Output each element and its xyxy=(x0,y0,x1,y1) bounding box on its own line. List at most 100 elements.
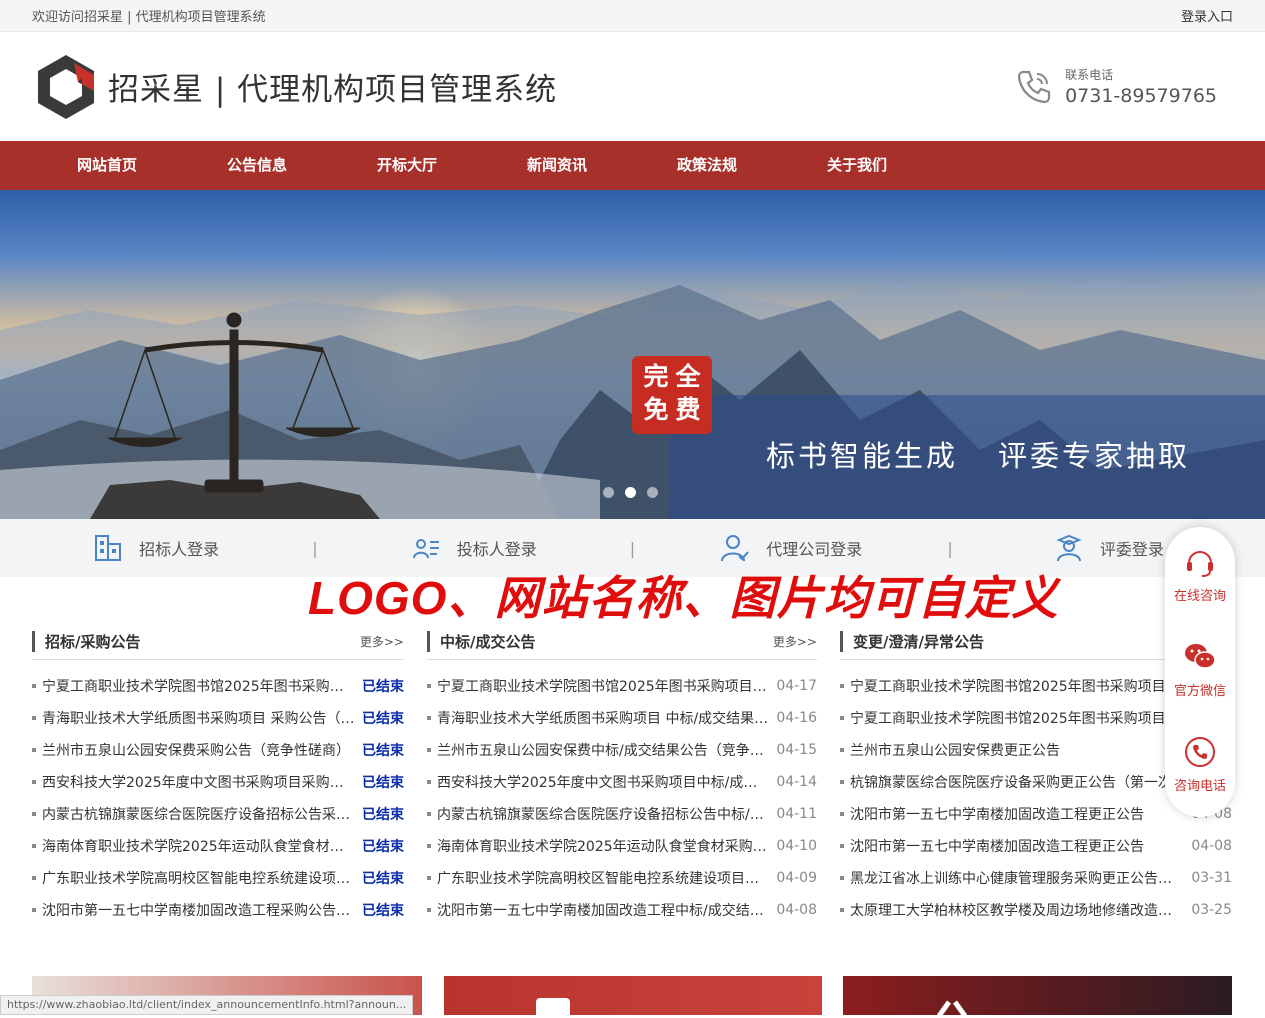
tools-icon xyxy=(936,1000,968,1016)
list-item[interactable]: 内蒙古杭锦旗蒙医综合医院医疗设备招标公告采购公告 已结束 xyxy=(32,798,404,830)
list-item[interactable]: 兰州市五泉山公园安保费采购公告（竞争性磋商） 已结束 xyxy=(32,734,404,766)
list-item-title[interactable]: 沈阳市第一五七中学南楼加固改造工程中标/成交结果公告 xyxy=(437,900,768,920)
carousel-dot[interactable] xyxy=(647,487,658,498)
top-bar: 欢迎访问招采星 | 代理机构项目管理系统 登录入口 xyxy=(0,0,1265,32)
banner-slogan: 标书智能生成 评委专家抽取 xyxy=(766,433,1190,475)
list-item-title[interactable]: 广东职业技术学院高明校区智能电控系统建设项目中标结果公告 xyxy=(437,868,768,888)
column-header: 中标/成交公告 更多>> xyxy=(427,630,817,660)
status-badge: 已结束 xyxy=(362,679,404,695)
phone-consult-label: 咨询电话 xyxy=(1173,779,1226,794)
list-item[interactable]: 西安科技大学2025年度中文图书采购项目中标/成交结果公告 04-14 xyxy=(427,766,817,798)
wechat-button[interactable]: 官方微信 xyxy=(1165,622,1235,717)
contact-label: 联系电话 xyxy=(1065,68,1114,82)
carousel-dot-active[interactable] xyxy=(625,487,636,498)
list-item-title[interactable]: 宁夏工商职业技术学院图书馆2025年图书采购项目采购公告 xyxy=(42,676,356,696)
column-title: 中标/成交公告 xyxy=(427,631,535,652)
list-item-title[interactable]: 黑龙江省冰上训练中心健康管理服务采购更正公告（第一次） xyxy=(850,868,1183,888)
login-tenderer[interactable]: 招标人登录 xyxy=(0,533,312,563)
list-item[interactable]: 宁夏工商职业技术学院图书馆2025年图书采购项目采购公告已结束 xyxy=(32,670,404,702)
login-entry-link[interactable]: 登录入口 xyxy=(1181,6,1233,25)
list-item[interactable]: 兰州市五泉山公园安保费中标/成交结果公告（竞争性磋商） 04-15 xyxy=(427,734,817,766)
site-name: 招采星 | 代理机构项目管理系统 xyxy=(108,72,558,108)
list-item-title[interactable]: 海南体育职业技术学院2025年运动队食堂食材采购供应商结果公告 xyxy=(437,836,768,856)
list-item-title[interactable]: 青海职业技术大学纸质图书采购项目 采购公告（第二次） xyxy=(42,708,356,728)
login-agency[interactable]: 代理公司登录 xyxy=(635,533,947,563)
login-evaluator-label: 评委登录 xyxy=(1099,540,1164,559)
list-item-title[interactable]: 青海职业技术大学纸质图书采购项目 中标/成交结果公告 xyxy=(437,708,768,728)
nav-home[interactable]: 网站首页 xyxy=(32,141,182,190)
list-item-title[interactable]: 宁夏工商职业技术学院图书馆2025年图书采购项目中标/成交结果公告 xyxy=(437,676,768,696)
bullet-icon xyxy=(427,908,431,912)
bullet-icon xyxy=(32,876,36,880)
list-item-date: 04-11 xyxy=(776,806,817,822)
list-item-title[interactable]: 沈阳市第一五七中学南楼加固改造工程更正公告 xyxy=(850,804,1183,824)
list-item-title[interactable]: 兰州市五泉山公园安保费采购公告（竞争性磋商） xyxy=(42,740,356,760)
column-title: 招标/采购公告 xyxy=(32,631,140,652)
browser-status-url: https://www.zhaobiao.ltd/client/index_an… xyxy=(0,995,414,1015)
list-item-date: 04-08 xyxy=(1191,838,1232,854)
bullet-icon xyxy=(32,748,36,752)
id-card-icon xyxy=(412,539,439,559)
list-item-date: 04-10 xyxy=(776,838,817,854)
feature-card[interactable] xyxy=(443,976,822,1018)
bullet-icon xyxy=(840,812,844,816)
list-item[interactable]: 海南体育职业技术学院2025年运动队食堂食材采购供应商结果公告 04-10 xyxy=(427,830,817,862)
list-item-date: 04-15 xyxy=(776,742,817,758)
login-bidder[interactable]: 投标人登录 xyxy=(318,533,630,563)
list-item[interactable]: 广东职业技术学院高明校区智能电控系统建设项目中标结果公告 04-09 xyxy=(427,862,817,894)
list-item-title[interactable]: 内蒙古杭锦旗蒙医综合医院医疗设备招标公告采购公告 xyxy=(42,804,356,824)
list-item[interactable]: 宁夏工商职业技术学院图书馆2025年图书采购项目中标/成交结果公告 04-17 xyxy=(427,670,817,702)
list-item-title[interactable]: 沈阳市第一五七中学南楼加固改造工程采购公告（第二次） xyxy=(42,900,356,920)
phone-circle-icon xyxy=(1185,737,1215,767)
phone-icon xyxy=(1017,70,1051,103)
more-link[interactable]: 更多>> xyxy=(773,633,817,650)
bullet-icon xyxy=(32,844,36,848)
list-item-title[interactable]: 太原理工大学柏林校区教学楼及周边场地修缮改造项目更正公告 xyxy=(850,900,1183,920)
list-item[interactable]: 西安科技大学2025年度中文图书采购项目采购公告 已结束 xyxy=(32,766,404,798)
bullet-icon xyxy=(427,684,431,688)
bullet-icon xyxy=(427,812,431,816)
hero-banner[interactable]: 完 全 免 费 标书智能生成 评委专家抽取 xyxy=(0,190,1265,519)
nav-announcements[interactable]: 公告信息 xyxy=(182,141,332,190)
nav-policy[interactable]: 政策法规 xyxy=(632,141,782,190)
list-item[interactable]: 青海职业技术大学纸质图书采购项目 采购公告（第二次） 已结束 xyxy=(32,702,404,734)
status-badge: 已结束 xyxy=(362,839,404,855)
status-badge: 已结束 xyxy=(362,743,404,759)
list-item[interactable]: 黑龙江省冰上训练中心健康管理服务采购更正公告（第一次） 03-31 xyxy=(840,862,1232,894)
column-award: 中标/成交公告 更多>> 宁夏工商职业技术学院图书馆2025年图书采购项目中标/… xyxy=(427,630,817,926)
status-badge: 已结束 xyxy=(362,807,404,823)
more-link[interactable]: 更多>> xyxy=(360,633,404,650)
online-consult-button[interactable]: 在线咨询 xyxy=(1165,527,1235,622)
carousel-dot[interactable] xyxy=(603,487,614,498)
bullet-icon xyxy=(840,908,844,912)
list-item[interactable]: 太原理工大学柏林校区教学楼及周边场地修缮改造项目更正公告 03-25 xyxy=(840,894,1232,926)
building-icon xyxy=(95,535,122,561)
brand[interactable]: 招采星 | 代理机构项目管理系统 xyxy=(34,53,557,121)
expert-icon xyxy=(1056,534,1082,562)
list-item[interactable]: 沈阳市第一五七中学南楼加固改造工程更正公告 04-08 xyxy=(840,830,1232,862)
list-item-title[interactable]: 西安科技大学2025年度中文图书采购项目中标/成交结果公告 xyxy=(437,772,768,792)
list-item-title[interactable]: 广东职业技术学院高明校区智能电控系统建设项目采购公告 xyxy=(42,868,356,888)
list-item[interactable]: 沈阳市第一五七中学南楼加固改造工程中标/成交结果公告 04-08 xyxy=(427,894,817,926)
list-item-title[interactable]: 沈阳市第一五七中学南楼加固改造工程更正公告 xyxy=(850,836,1183,856)
list-item[interactable]: 海南体育职业技术学院2025年运动队食堂食材采购公告 已结束 xyxy=(32,830,404,862)
list-item[interactable]: 沈阳市第一五七中学南楼加固改造工程采购公告（第二次） 已结束 xyxy=(32,894,404,926)
feature-card[interactable] xyxy=(843,976,1232,1016)
wechat-label: 官方微信 xyxy=(1173,684,1226,699)
list-item[interactable]: 青海职业技术大学纸质图书采购项目 中标/成交结果公告 04-16 xyxy=(427,702,817,734)
list-item-title[interactable]: 西安科技大学2025年度中文图书采购项目采购公告 xyxy=(42,772,356,792)
site-header: 招采星 | 代理机构项目管理系统 联系电话 0731-89579765 xyxy=(0,32,1265,141)
list-item-title[interactable]: 内蒙古杭锦旗蒙医综合医院医疗设备招标公告中标/成交结果公告 xyxy=(437,804,768,824)
status-badge: 已结束 xyxy=(362,903,404,919)
phone-consult-button[interactable]: 咨询电话 xyxy=(1165,717,1235,812)
list-item[interactable]: 内蒙古杭锦旗蒙医综合医院医疗设备招标公告中标/成交结果公告 04-11 xyxy=(427,798,817,830)
list-item-title[interactable]: 海南体育职业技术学院2025年运动队食堂食材采购公告 xyxy=(42,836,356,856)
list-item-title[interactable]: 兰州市五泉山公园安保费中标/成交结果公告（竞争性磋商） xyxy=(437,740,768,760)
nav-news[interactable]: 新闻资讯 xyxy=(482,141,632,190)
bullet-icon xyxy=(840,876,844,880)
seal-char: 全 xyxy=(675,362,701,391)
nav-about[interactable]: 关于我们 xyxy=(782,141,932,190)
nav-bid-opening[interactable]: 开标大厅 xyxy=(332,141,482,190)
user-check-icon xyxy=(721,535,750,562)
list-item[interactable]: 广东职业技术学院高明校区智能电控系统建设项目采购公告已结束 xyxy=(32,862,404,894)
